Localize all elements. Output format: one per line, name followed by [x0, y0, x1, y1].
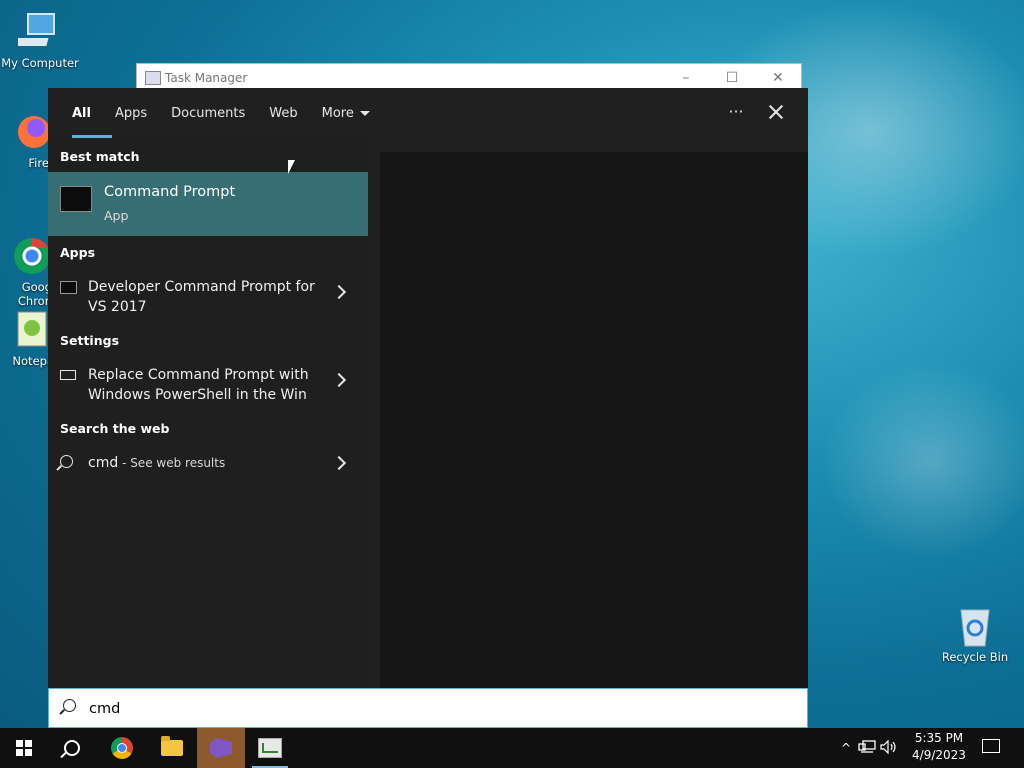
taskbar-file-explorer-button[interactable]	[148, 728, 196, 768]
list-item-label: cmd - See web results	[88, 453, 328, 473]
chrome-icon	[111, 737, 133, 759]
recycle-bin-icon	[953, 604, 997, 648]
taskbar-visual-studio-button[interactable]	[197, 728, 245, 768]
tab-web[interactable]: Web	[257, 88, 309, 138]
taskbar-chrome-button[interactable]	[98, 728, 146, 768]
search-input[interactable]	[87, 695, 791, 723]
taskbar-search-button[interactable]	[48, 728, 96, 768]
desktop-icon-label: Notepa	[12, 354, 54, 368]
best-match-item[interactable]: Command Prompt App	[48, 172, 368, 236]
list-item-label: Replace Command Prompt with Windows Powe…	[88, 367, 309, 403]
list-item-web[interactable]: cmd - See web results	[48, 453, 368, 481]
task-manager-icon	[145, 71, 161, 85]
best-match-type: App	[104, 208, 129, 223]
search-tabs: All Apps Documents Web More	[48, 88, 808, 138]
command-prompt-icon	[60, 186, 92, 212]
file-explorer-icon	[161, 736, 183, 756]
tray-icons: ^	[838, 728, 902, 768]
desktop-icon-notepad[interactable]: Notepa	[0, 308, 54, 368]
display-icon	[60, 370, 76, 380]
clock[interactable]: 5:35 PM 4/9/2023	[904, 730, 974, 764]
window-title: Task Manager	[165, 71, 248, 85]
desktop-icon-recycle-bin[interactable]: Recycle Bin	[935, 604, 1015, 664]
terminal-icon	[60, 281, 77, 294]
desktop-icon-chrome[interactable]: Goog Chron	[0, 206, 52, 322]
wallpaper-highlight	[820, 360, 1024, 560]
network-icon[interactable]	[858, 739, 880, 757]
volume-icon[interactable]	[880, 739, 902, 757]
search-icon	[60, 455, 73, 468]
desktop-icon-label: Recycle Bin	[941, 650, 1009, 664]
preview-pane	[380, 152, 808, 688]
visual-studio-icon	[210, 738, 232, 758]
chevron-right-icon[interactable]	[331, 284, 347, 300]
taskbar-task-manager-button[interactable]	[246, 728, 294, 768]
chevron-down-icon	[359, 110, 370, 116]
section-heading-settings: Settings	[60, 333, 120, 348]
web-query: cmd	[88, 455, 119, 471]
clock-date: 4/9/2023	[912, 748, 966, 762]
chrome-icon	[8, 220, 52, 274]
search-icon	[63, 699, 76, 712]
notification-center-icon[interactable]	[980, 736, 1002, 758]
list-item-label: Developer Command Prompt for VS 2017	[88, 279, 315, 315]
list-item-setting[interactable]: Replace Command Prompt with Windows Powe…	[48, 365, 368, 407]
chevron-right-icon[interactable]	[331, 372, 347, 388]
start-button[interactable]	[0, 728, 48, 768]
taskbar: ^ 5:35 PM 4/9/2023	[0, 728, 1024, 768]
web-suffix: - See web results	[118, 456, 226, 470]
tab-more[interactable]: More	[310, 88, 382, 138]
tab-documents[interactable]: Documents	[159, 88, 257, 138]
tab-all[interactable]: All	[60, 88, 112, 138]
results-list: Best match Command Prompt App Apps Devel…	[48, 138, 368, 688]
tab-label: All	[72, 105, 91, 121]
desktop-icon-label: My Computer	[1, 56, 79, 70]
clock-time: 5:35 PM	[914, 731, 964, 745]
computer-icon	[14, 10, 62, 54]
chevron-up-icon[interactable]: ^	[838, 741, 854, 755]
chevron-right-icon[interactable]	[331, 455, 347, 471]
close-icon[interactable]	[764, 100, 788, 124]
search-icon	[64, 740, 80, 756]
tab-label: Documents	[171, 105, 246, 121]
tab-label: Apps	[114, 105, 148, 121]
more-options-button[interactable]: ···	[724, 102, 748, 126]
tab-label: Web	[269, 105, 298, 121]
best-match-name: Command Prompt	[104, 184, 236, 200]
desktop-icon-label: Goog Chron	[17, 280, 52, 308]
list-item-app[interactable]: Developer Command Prompt for VS 2017	[48, 277, 368, 319]
start-search-panel: All Apps Documents Web More ··· Best mat…	[48, 88, 808, 728]
task-manager-icon	[258, 738, 282, 758]
mouse-cursor-icon	[288, 160, 295, 174]
desktop-icon-my-computer[interactable]: My Computer	[0, 10, 80, 70]
section-heading-apps: Apps	[60, 245, 96, 260]
tab-label: More	[321, 105, 354, 121]
search-box[interactable]	[48, 688, 808, 728]
section-heading-best-match: Best match	[60, 149, 140, 164]
section-heading-web: Search the web	[60, 421, 170, 436]
tab-apps[interactable]: Apps	[103, 88, 159, 138]
start-icon	[16, 740, 32, 756]
